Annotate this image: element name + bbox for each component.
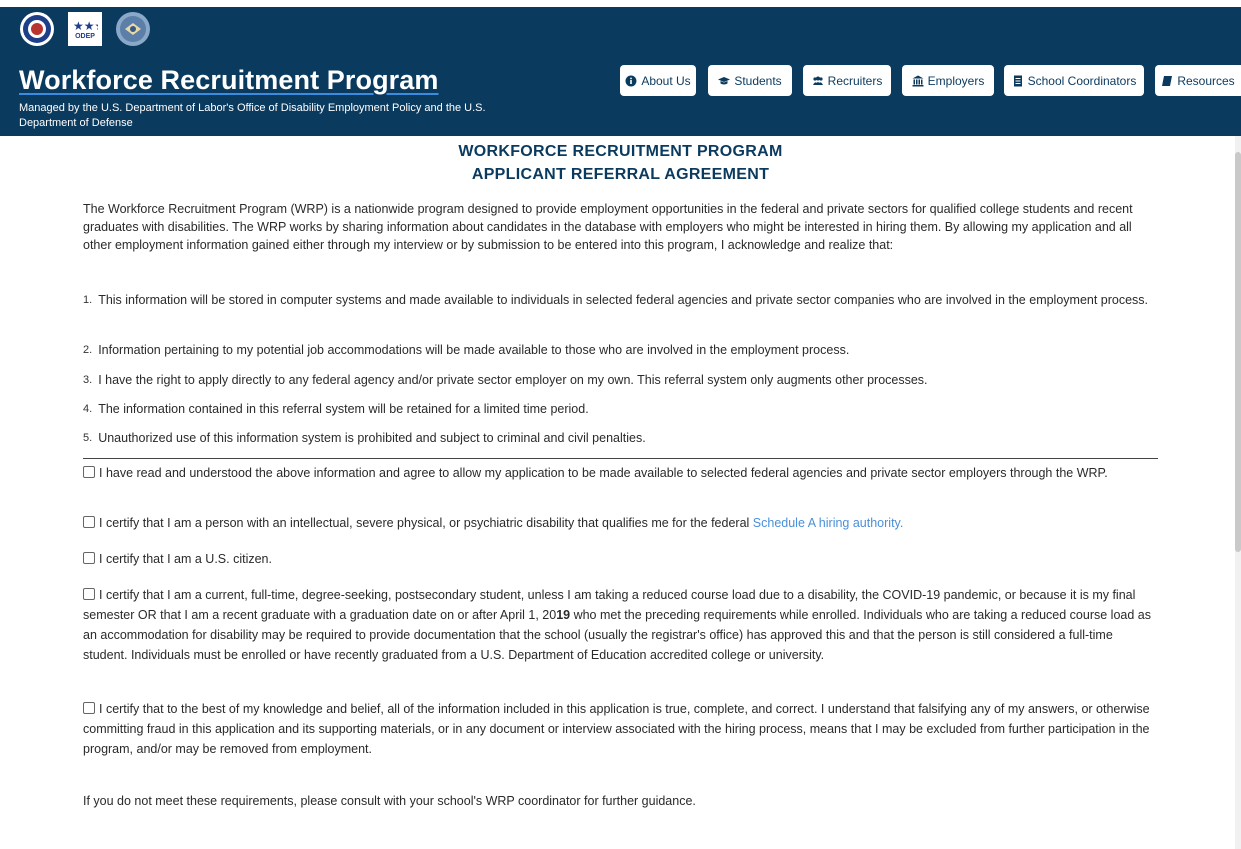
agreement-item-1: 1. This information will be stored in co… <box>83 291 1158 309</box>
agreement-footer: If you do not meet these requirements, p… <box>83 794 696 808</box>
agreement-intro: The Workforce Recruitment Program (WRP) … <box>83 202 1133 252</box>
main-nav: About Us Students Recruiters Employers S… <box>0 61 1241 101</box>
site-header: ★★★ ODEP Workforce Recruitment Program M… <box>0 7 1241 136</box>
disability-checkbox[interactable] <box>83 516 95 528</box>
nav-school-coordinators-label: School Coordinators <box>1027 73 1137 88</box>
document-icon <box>1013 75 1022 86</box>
agency-logos: ★★★ ODEP <box>20 12 150 46</box>
dod-seal-icon[interactable] <box>116 12 150 46</box>
item-number: 2. <box>83 344 93 356</box>
checkbox-item-agree: I have read and understood the above inf… <box>83 462 1158 484</box>
agree-checkbox[interactable] <box>83 466 95 478</box>
nav-employers-label: Employers <box>927 73 985 88</box>
site-subtitle: Managed by the U.S. Department of Labor'… <box>19 102 486 129</box>
schedule-a-link[interactable]: Schedule A hiring authority. <box>753 516 904 530</box>
checkbox-label: I have read and understood the above inf… <box>99 466 1108 480</box>
graduation-year-suffix: 19 <box>556 608 571 622</box>
checkbox-item-certify-true: I certify that to the best of my knowled… <box>83 699 1158 759</box>
checkbox-label: I certify that I am a person with an int… <box>99 516 753 530</box>
item-number: 3. <box>83 374 93 386</box>
citizen-checkbox[interactable] <box>83 552 95 564</box>
item-number: 1. <box>83 294 93 306</box>
svg-text:★★★: ★★★ <box>73 19 98 33</box>
item-text: This information will be stored in compu… <box>98 293 1149 307</box>
graduation-cap-icon <box>718 76 731 84</box>
nav-recruiters[interactable]: Recruiters <box>803 65 891 96</box>
nav-resources-label: Resources <box>1177 73 1235 88</box>
nav-recruiters-label: Recruiters <box>827 73 883 88</box>
checkbox-item-citizen: I certify that I am a U.S. citizen. <box>83 550 1158 568</box>
book-icon <box>1162 75 1173 86</box>
student-checkbox[interactable] <box>83 588 95 600</box>
checkbox-item-student: I certify that I am a current, full-time… <box>83 585 1158 665</box>
item-text: Unauthorized use of this information sys… <box>98 431 646 445</box>
checkbox-label: I certify that I am a U.S. citizen. <box>99 552 272 566</box>
certify-true-checkbox[interactable] <box>83 702 95 714</box>
agreement-item-3: 3. I have the right to apply directly to… <box>83 371 1158 389</box>
page-scrollbar-thumb[interactable] <box>1235 152 1241 552</box>
item-text: The information contained in this referr… <box>98 402 589 416</box>
dol-seal-icon[interactable] <box>20 12 54 46</box>
item-number: 4. <box>83 403 93 415</box>
agreement-item-4: 4. The information contained in this ref… <box>83 400 1158 418</box>
checkbox-label: I certify that to the best of my knowled… <box>83 702 1150 756</box>
agreement-heading-title: APPLICANT REFERRAL AGREEMENT <box>471 166 770 183</box>
checkbox-item-disability: I certify that I am a person with an int… <box>83 514 1158 532</box>
item-number: 5. <box>83 432 93 444</box>
nav-employers[interactable]: Employers <box>902 65 994 96</box>
nav-about-us[interactable]: About Us <box>620 65 696 96</box>
info-icon <box>625 75 637 86</box>
nav-resources[interactable]: Resources <box>1155 65 1241 96</box>
nav-school-coordinators[interactable]: School Coordinators <box>1004 65 1144 96</box>
item-text: Information pertaining to my potential j… <box>98 343 850 357</box>
building-icon <box>912 75 924 86</box>
nav-about-us-label: About Us <box>641 73 691 88</box>
agreement-item-5: 5. Unauthorized use of this information … <box>83 429 1158 447</box>
agreement-item-2: 2. Information pertaining to my potentia… <box>83 341 1158 359</box>
odep-logo-icon[interactable]: ★★★ ODEP <box>68 12 102 46</box>
agreement-heading-program: WORKFORCE RECRUITMENT PROGRAM <box>458 143 783 160</box>
odep-logo-text: ODEP <box>75 32 95 40</box>
users-icon <box>812 76 823 85</box>
nav-students-label: Students <box>734 73 782 88</box>
divider <box>83 458 1158 459</box>
item-text: I have the right to apply directly to an… <box>98 373 928 387</box>
nav-students[interactable]: Students <box>708 65 792 96</box>
